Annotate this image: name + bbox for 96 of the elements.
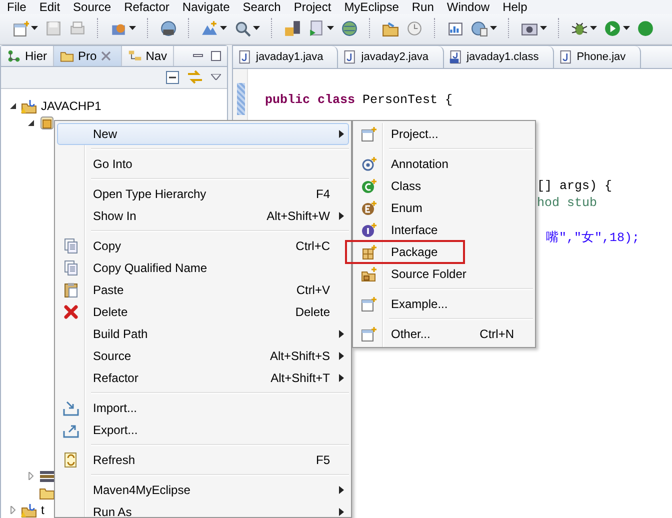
menu-item[interactable]: Maven4MyEclipse	[57, 479, 349, 501]
dropdown-caret-icon[interactable]	[327, 26, 334, 30]
menu-item[interactable]: Copy Qualified Name	[57, 257, 349, 279]
tree-item[interactable]: JAVACHP1	[41, 98, 102, 112]
new-wizard-icon	[361, 296, 377, 312]
magnifier-icon[interactable]	[234, 20, 251, 36]
java-file-icon	[558, 49, 573, 65]
menu-item[interactable]: Navigate	[175, 0, 236, 14]
folder-icon[interactable]	[382, 20, 399, 36]
maximize-icon[interactable]	[211, 50, 221, 61]
copy-icon	[63, 260, 79, 276]
editor-tab[interactable]: javaday1.java	[233, 46, 338, 68]
menu-item[interactable]: Run As	[57, 501, 349, 517]
class-icon	[361, 178, 377, 194]
menu-item[interactable]: Example...	[355, 293, 533, 315]
clipboard-icon	[63, 282, 79, 298]
dropdown-caret-icon[interactable]	[490, 26, 497, 30]
enum-icon	[361, 200, 377, 216]
menu-item[interactable]: Package	[355, 241, 533, 263]
view-menu-icon[interactable]	[211, 74, 221, 80]
expanded-arrow-icon[interactable]	[27, 118, 35, 126]
menu-item[interactable]: Open Type Hierarchy F4	[57, 183, 349, 205]
package-icon[interactable]	[38, 114, 56, 130]
new-wizard-icon	[361, 326, 377, 342]
collapsed-arrow-icon[interactable]	[9, 506, 17, 514]
menu-item[interactable]: Interface	[355, 219, 533, 241]
annotation-icon	[361, 156, 377, 172]
editor-tab[interactable]: javaday2.java	[338, 46, 444, 68]
menu-item[interactable]: Annotation	[355, 153, 533, 175]
tree-item[interactable]: t	[41, 502, 44, 516]
menu-item[interactable]: Copy Ctrl+C	[57, 235, 349, 257]
project-folder-icon[interactable]	[20, 98, 38, 114]
editor-tab[interactable]: Phone.jav	[554, 46, 641, 68]
menu-item[interactable]: Run	[404, 0, 440, 14]
dropdown-caret-icon[interactable]	[253, 26, 260, 30]
class-file-icon	[448, 49, 463, 65]
menu-item[interactable]: Project...	[355, 123, 533, 145]
java-file-icon	[343, 49, 358, 65]
chart-icon[interactable]	[447, 20, 464, 36]
menu-item[interactable]: Source	[66, 0, 118, 14]
menu-item[interactable]: Delete Delete	[57, 301, 349, 323]
menu-item[interactable]: Refresh F5	[57, 449, 349, 471]
dropdown-caret-icon[interactable]	[590, 26, 597, 30]
expanded-arrow-icon[interactable]	[9, 102, 17, 110]
menu-item[interactable]: Show In Alt+Shift+W	[57, 205, 349, 227]
menu-item[interactable]: Source Folder	[355, 263, 533, 285]
hierarchy-icon	[7, 48, 21, 63]
menu-item[interactable]: Paste Ctrl+V	[57, 279, 349, 301]
import-icon	[63, 400, 79, 416]
java-file-icon	[238, 49, 252, 65]
clock-icon[interactable]	[406, 20, 423, 36]
menu-item[interactable]: Class	[355, 175, 533, 197]
refresh-icon	[63, 452, 79, 468]
dropdown-caret-icon[interactable]	[220, 26, 227, 30]
menu-item[interactable]: Build Path	[57, 323, 349, 345]
new-file-icon[interactable]	[12, 20, 29, 36]
menu-item[interactable]: Source Alt+Shift+S	[57, 345, 349, 367]
menu-item[interactable]: Other... Ctrl+N	[355, 323, 533, 345]
menu-item[interactable]: Refactor	[117, 0, 176, 14]
code-line: 嘴","女",18);	[546, 230, 640, 245]
new-wizard-icon	[361, 126, 377, 142]
menu-item[interactable]: Export...	[57, 419, 349, 441]
collapsed-arrow-icon[interactable]	[27, 472, 35, 480]
run-icon[interactable]	[604, 20, 621, 36]
navigator-icon	[128, 48, 142, 63]
menu-item[interactable]: Go Into	[57, 153, 349, 175]
ruler-marker	[237, 83, 245, 115]
project-folder-icon[interactable]	[20, 502, 38, 518]
close-icon[interactable]	[100, 50, 111, 61]
interface-icon	[361, 222, 377, 238]
collapse-all-icon[interactable]	[166, 70, 179, 84]
menu-item[interactable]: Project	[286, 0, 338, 14]
menu-item[interactable]: File	[0, 0, 32, 14]
view-tab[interactable]: Pro	[54, 46, 122, 66]
menu-item[interactable]: Edit	[32, 0, 66, 14]
menu-item[interactable]: Search	[236, 0, 287, 14]
package-icon	[361, 244, 377, 260]
view-tab[interactable]: Nav	[122, 46, 174, 66]
code-line: public class PersonTest {	[265, 93, 453, 108]
dropdown-caret-icon[interactable]	[623, 26, 630, 30]
menu-item[interactable]: Enum	[355, 197, 533, 219]
menu-item[interactable]: New	[57, 123, 349, 145]
dropdown-caret-icon[interactable]	[31, 26, 38, 30]
code-comment: hod stub	[537, 196, 598, 210]
code-line: [] args) {	[537, 179, 612, 194]
delete-icon	[63, 304, 79, 320]
menu-item[interactable]: Import...	[57, 397, 349, 419]
menu-item[interactable]: Refactor Alt+Shift+T	[57, 367, 349, 389]
menu-item[interactable]: Help	[496, 0, 534, 14]
menu-item[interactable]: MyEclipse	[337, 0, 405, 14]
editor-tab[interactable]: javaday1.class	[444, 46, 554, 68]
dropdown-caret-icon[interactable]	[540, 26, 547, 30]
menu-item[interactable]: Window	[440, 0, 496, 14]
source-folder-icon	[361, 266, 377, 282]
copy-icon	[63, 238, 79, 254]
dropdown-caret-icon[interactable]	[129, 26, 136, 30]
